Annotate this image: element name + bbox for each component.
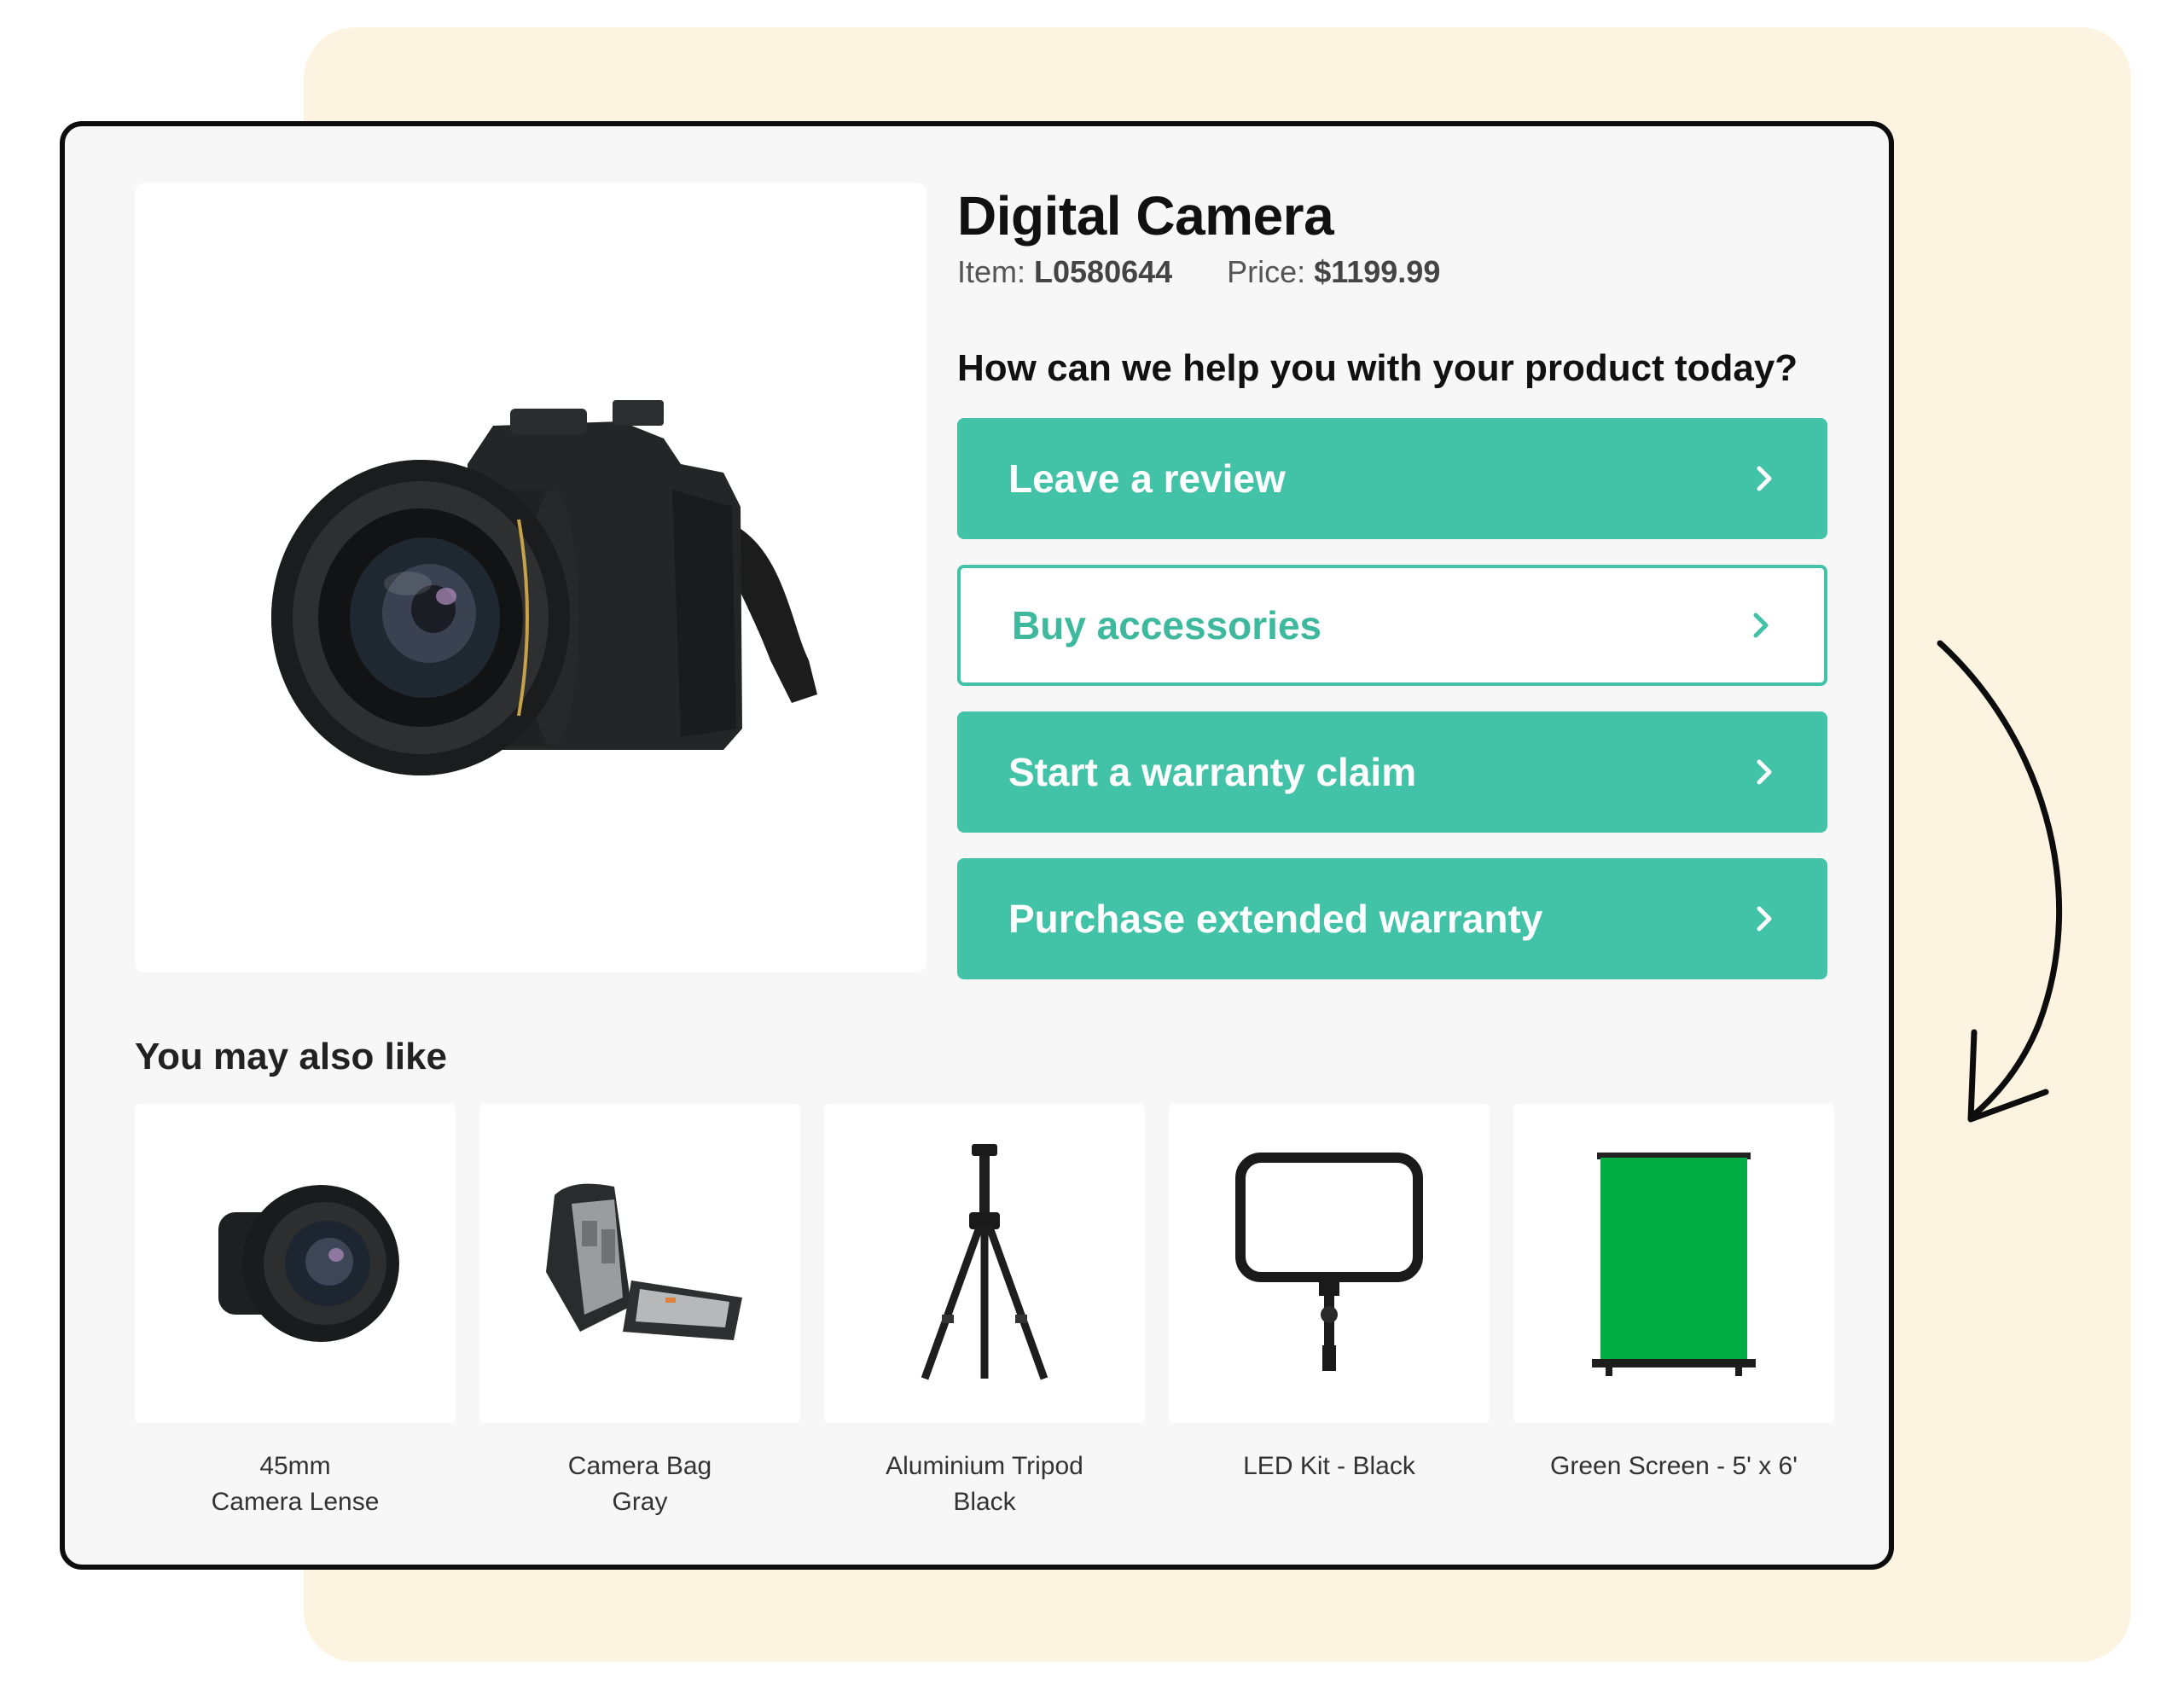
recommendations-list: 45mm Camera Lense Camera Bag Gray Alumin… — [135, 1104, 1834, 1520]
recommendation-card-bag[interactable]: Camera Bag Gray — [479, 1104, 800, 1520]
product-thumbnail — [824, 1104, 1145, 1423]
start-warranty-claim-button[interactable]: Start a warranty claim — [957, 711, 1827, 833]
recommendation-card-green-screen[interactable]: Green Screen - 5' x 6' — [1513, 1104, 1834, 1520]
product-name: LED Kit - Black — [1243, 1452, 1415, 1480]
chevron-right-icon — [1757, 466, 1772, 491]
leave-review-button[interactable]: Leave a review — [957, 418, 1827, 539]
camera-lens-icon — [218, 1185, 399, 1342]
recommendation-card-tripod[interactable]: Aluminium Tripod Black — [824, 1104, 1145, 1520]
product-thumbnail — [1513, 1104, 1834, 1423]
green-screen-icon — [1592, 1153, 1756, 1376]
product-image — [135, 183, 926, 973]
product-name: 45mm Camera Lense — [211, 1452, 380, 1516]
product-title: Digital Camera — [957, 185, 1334, 247]
button-label: Purchase extended warranty — [1008, 897, 1543, 941]
camera-photo-icon — [271, 400, 817, 775]
product-thumbnail — [479, 1104, 800, 1423]
price-label: Price: — [1227, 254, 1306, 289]
help-actions: Leave a review Buy accessories Start a w… — [957, 418, 1827, 979]
curved-arrow-icon — [1937, 640, 2063, 1123]
buy-accessories-button[interactable]: Buy accessories — [957, 565, 1827, 686]
product-thumbnail — [135, 1104, 456, 1423]
led-panel-icon — [1235, 1153, 1423, 1371]
button-label: Buy accessories — [1012, 603, 1322, 647]
recommendations-heading: You may also like — [135, 1036, 448, 1077]
product-name: Green Screen - 5' x 6' — [1550, 1452, 1798, 1480]
chevron-right-icon — [1757, 759, 1772, 785]
product-thumbnail — [1169, 1104, 1490, 1423]
recommendation-card-lens[interactable]: 45mm Camera Lense — [135, 1104, 456, 1520]
purchase-extended-warranty-button[interactable]: Purchase extended warranty — [957, 858, 1827, 979]
product-help-card: Digital Camera Item: L0580644 Price: $11… — [60, 121, 1894, 1570]
product-name: Aluminium Tripod Black — [886, 1452, 1083, 1516]
tripod-icon — [921, 1144, 1048, 1380]
recommendation-card-led-kit[interactable]: LED Kit - Black — [1169, 1104, 1490, 1520]
product-info: Digital Camera Item: L0580644 Price: $11… — [957, 183, 1827, 979]
button-label: Start a warranty claim — [1008, 750, 1417, 794]
camera-bag-icon — [546, 1183, 742, 1340]
chevron-right-icon — [1753, 613, 1769, 638]
price-value: $1199.99 — [1314, 254, 1441, 289]
item-label: Item: — [957, 254, 1026, 289]
product-name: Camera Bag Gray — [567, 1452, 712, 1516]
item-number: L0580644 — [1034, 254, 1173, 289]
product-meta: Item: L0580644 Price: $1199.99 — [957, 254, 1827, 302]
button-label: Leave a review — [1008, 456, 1286, 501]
help-question: How can we help you with your product to… — [957, 347, 1798, 389]
chevron-right-icon — [1757, 906, 1772, 932]
